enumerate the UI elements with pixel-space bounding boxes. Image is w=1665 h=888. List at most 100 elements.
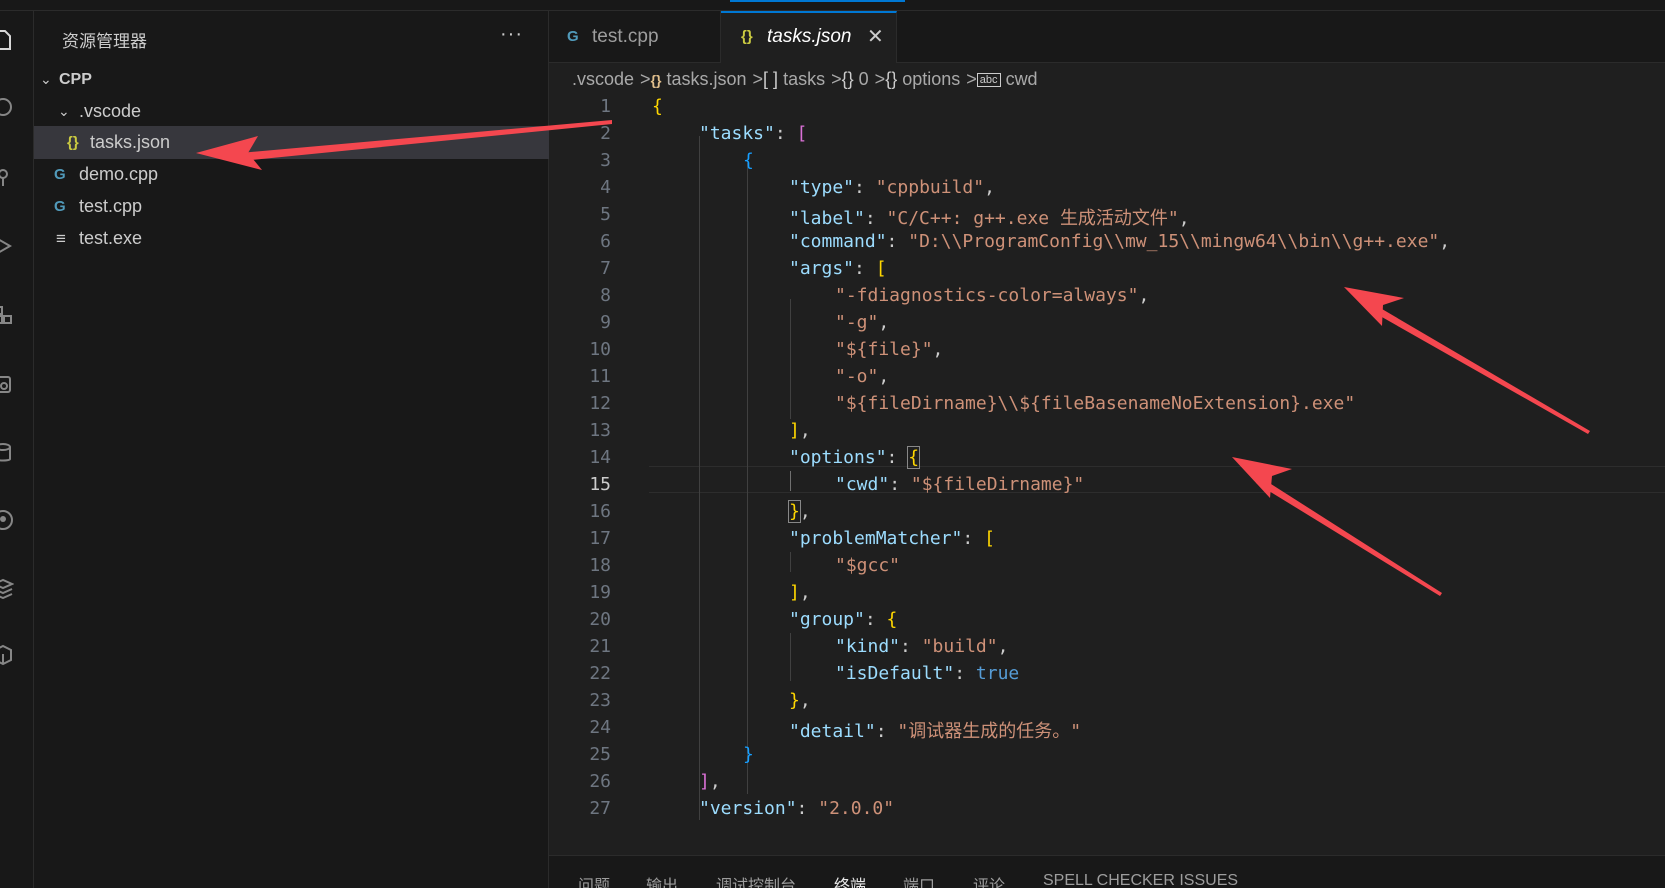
line-number: 25 bbox=[589, 744, 611, 765]
code-line: "${fileDirname}\\${fileBasenameNoExtensi… bbox=[835, 393, 1356, 414]
code-line: ], bbox=[789, 582, 811, 603]
line-number: 26 bbox=[589, 771, 611, 792]
github-icon[interactable] bbox=[0, 509, 14, 531]
run-debug-icon[interactable] bbox=[0, 235, 14, 257]
current-line-highlight bbox=[649, 466, 1665, 493]
indent-guide bbox=[747, 163, 748, 794]
breadcrumb-item[interactable]: .vscode bbox=[572, 69, 634, 89]
code-line: "group": { bbox=[789, 609, 898, 630]
code-line: "command": "D:\\ProgramConfig\\mw_15\\mi… bbox=[789, 231, 1451, 252]
search-icon[interactable] bbox=[0, 96, 14, 118]
code-line: "isDefault": true bbox=[835, 663, 1020, 684]
active-tab-accent bbox=[730, 0, 905, 2]
tab-label: tasks.json bbox=[767, 26, 852, 47]
tree-file-test-exe[interactable]: ≡ test.exe bbox=[34, 222, 549, 255]
chevron-right-icon: > bbox=[966, 69, 977, 89]
code-line: "tasks": [ bbox=[699, 123, 808, 144]
breadcrumb-item[interactable]: 0 bbox=[859, 69, 869, 89]
tree-label: tasks.json bbox=[90, 132, 171, 152]
indent-guide bbox=[790, 471, 791, 491]
line-number: 22 bbox=[589, 663, 611, 684]
panel-tab-spell-checker[interactable]: SPELL CHECKER ISSUES bbox=[1043, 872, 1238, 888]
code-line: "version": "2.0.0" bbox=[699, 798, 895, 819]
tab-tasks-json[interactable]: {} tasks.json ✕ bbox=[721, 11, 897, 63]
code-line: "-g", bbox=[835, 312, 890, 333]
binary-file-icon: ≡ bbox=[56, 229, 66, 248]
more-actions-icon[interactable]: ··· bbox=[500, 23, 523, 46]
code-line: "label": "C/C++: g++.exe 生成活动文件", bbox=[789, 208, 1190, 229]
tree-file-tasks-json[interactable]: {} tasks.json bbox=[34, 126, 549, 159]
breadcrumb-item[interactable]: options bbox=[902, 69, 960, 89]
tree-label: test.exe bbox=[79, 228, 143, 248]
json-file-icon: {} bbox=[741, 28, 753, 45]
code-line: "options": { bbox=[789, 446, 921, 469]
line-number: 11 bbox=[589, 366, 611, 387]
line-number: 14 bbox=[589, 447, 611, 468]
extensions-icon[interactable] bbox=[0, 304, 14, 326]
line-number: 24 bbox=[589, 717, 611, 738]
line-number: 20 bbox=[589, 609, 611, 630]
code-line: "-o", bbox=[835, 366, 890, 387]
code-line: } bbox=[743, 744, 754, 765]
tree-file-demo-cpp[interactable]: G demo.cpp bbox=[34, 158, 549, 191]
panel-tab-terminal[interactable]: 终端 bbox=[834, 872, 866, 888]
code-line: { bbox=[652, 96, 663, 117]
object-icon: {} bbox=[885, 69, 898, 89]
line-number: 16 bbox=[589, 501, 611, 522]
panel-tab-bar: 问题 输出 调试控制台 终端 端口 评论 SPELL CHECKER ISSUE… bbox=[549, 855, 1665, 888]
line-number: 1 bbox=[600, 96, 611, 117]
panel-tab-problems[interactable]: 问题 bbox=[578, 872, 610, 888]
code-editor[interactable]: 1 2 3 4 5 6 7 8 9 10 11 12 13 14 15 16 1… bbox=[549, 95, 1665, 855]
object-icon: {} bbox=[841, 69, 854, 89]
line-number: 7 bbox=[600, 258, 611, 279]
code-line: ], bbox=[699, 771, 721, 792]
explorer-icon[interactable] bbox=[0, 29, 14, 51]
line-number: 9 bbox=[600, 312, 611, 333]
activity-bar bbox=[0, 11, 34, 888]
indent-guide bbox=[790, 552, 791, 572]
close-icon[interactable]: ✕ bbox=[867, 13, 884, 61]
source-control-icon[interactable] bbox=[0, 166, 14, 188]
array-icon: [ ] bbox=[763, 69, 779, 89]
panel-tab-debug-console[interactable]: 调试控制台 bbox=[716, 872, 796, 888]
line-number: 23 bbox=[589, 690, 611, 711]
panel-tab-ports[interactable]: 端口 bbox=[903, 872, 935, 888]
tree-folder-cpp[interactable]: ⌄ CPP bbox=[34, 63, 549, 96]
line-number: 13 bbox=[589, 420, 611, 441]
code-line: "args": [ bbox=[789, 258, 887, 279]
chevron-right-icon: > bbox=[640, 69, 651, 89]
database-icon[interactable] bbox=[0, 442, 14, 464]
line-number: 17 bbox=[589, 528, 611, 549]
package-icon[interactable] bbox=[0, 644, 14, 666]
chevron-right-icon: > bbox=[752, 69, 764, 89]
code-line: "${file}", bbox=[835, 339, 944, 360]
remote-explorer-icon[interactable] bbox=[0, 373, 14, 395]
line-number: 10 bbox=[589, 339, 611, 360]
indent-guide bbox=[790, 299, 791, 419]
tree-label: demo.cpp bbox=[79, 164, 159, 184]
panel-tab-output[interactable]: 输出 bbox=[646, 872, 678, 888]
tab-test-cpp[interactable]: G test.cpp bbox=[549, 11, 721, 63]
tree-folder-vscode[interactable]: ⌄ .vscode bbox=[34, 95, 549, 128]
chevron-right-icon: > bbox=[831, 69, 842, 89]
line-number: 5 bbox=[600, 204, 611, 225]
breadcrumb: .vscode >{} tasks.json >[ ] tasks >{} 0 >{} … bbox=[572, 63, 1038, 95]
breadcrumb-item[interactable]: cwd bbox=[1006, 69, 1038, 89]
tree-label: .vscode bbox=[79, 101, 142, 121]
code-line: }, bbox=[788, 500, 811, 523]
line-number: 27 bbox=[589, 798, 611, 819]
indent-guide bbox=[790, 633, 791, 681]
breadcrumb-item[interactable]: tasks.json bbox=[666, 69, 746, 89]
code-line: ], bbox=[789, 420, 811, 441]
tab-bar: G test.cpp {} tasks.json ✕ bbox=[549, 11, 1665, 63]
chevron-down-icon: ⌄ bbox=[40, 71, 52, 87]
line-number-current: 15 bbox=[589, 474, 611, 495]
line-number: 8 bbox=[600, 285, 611, 306]
cpp-file-icon: G bbox=[54, 198, 66, 215]
panel-tab-comments[interactable]: 评论 bbox=[973, 872, 1005, 888]
layers-icon[interactable] bbox=[0, 577, 15, 600]
code-line: "-fdiagnostics-color=always", bbox=[835, 285, 1150, 306]
tree-file-test-cpp[interactable]: G test.cpp bbox=[34, 190, 549, 223]
breadcrumb-item[interactable]: tasks bbox=[783, 69, 825, 89]
code-line: "$gcc" bbox=[835, 555, 901, 576]
